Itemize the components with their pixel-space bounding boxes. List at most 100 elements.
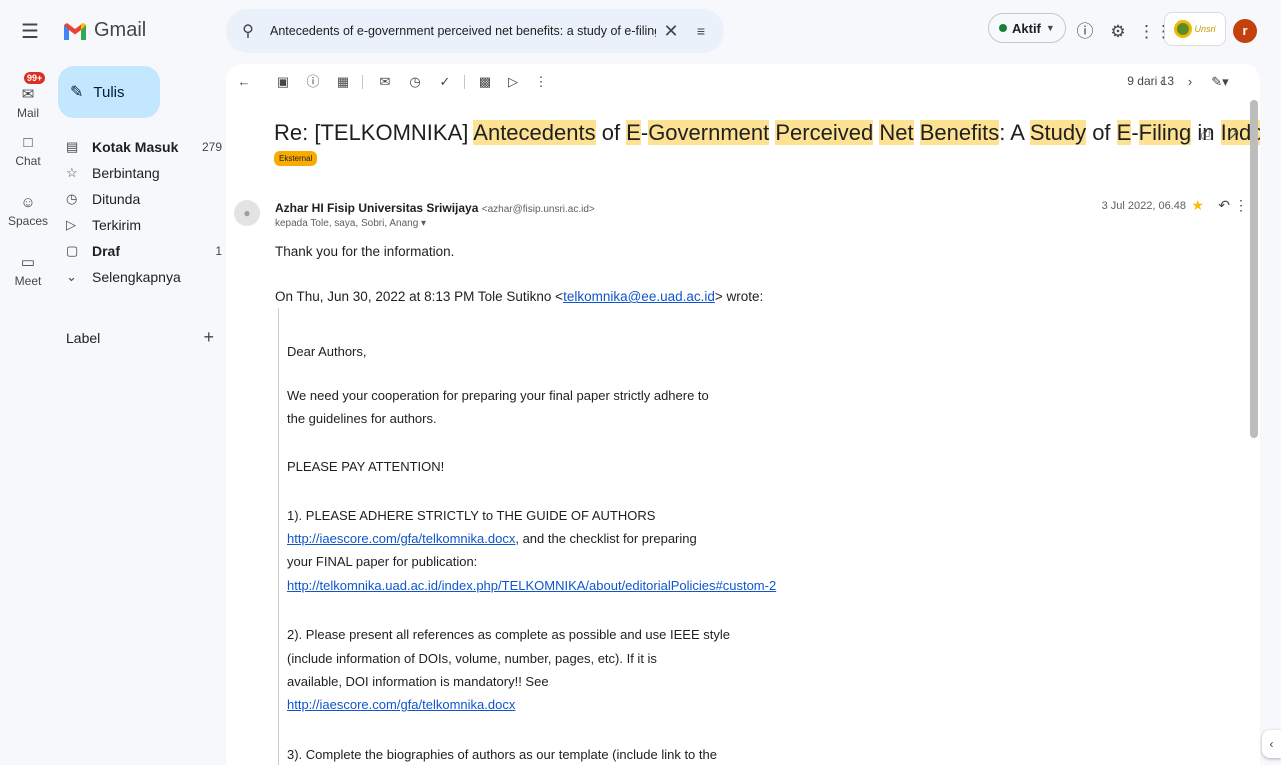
account-avatar[interactable]: r <box>1233 19 1257 43</box>
compose-button[interactable]: ✎ Tulis <box>58 66 160 118</box>
star-icon[interactable]: ★ <box>1191 197 1204 214</box>
sender-email-link[interactable]: telkomnika@ee.uad.ac.id <box>563 289 715 304</box>
status-label: Aktif <box>1012 20 1041 36</box>
apps-grid-icon[interactable]: ⋮⋮⋮ <box>1138 20 1189 44</box>
rail-spaces[interactable]: ☺ Spaces <box>0 194 56 228</box>
sidebar-item-drafts[interactable]: ▢ Draf 1 <box>56 238 224 264</box>
mail-unread-badge: 99+ <box>24 72 46 84</box>
move-to-icon[interactable]: ▩ <box>475 72 495 92</box>
input-tools-icon[interactable]: ✎▾ <box>1210 72 1230 92</box>
status-selector[interactable]: Aktif ▼ <box>988 13 1066 43</box>
rail-meet-label: Meet <box>14 274 42 288</box>
rail-meet[interactable]: ▭ Meet <box>0 254 56 288</box>
chevron-down-icon: ▾ <box>421 218 427 229</box>
clock-icon: ◷ <box>66 191 78 206</box>
rail-mail[interactable]: 99+ ✉ Mail <box>0 72 56 120</box>
quoted-line: the guidelines for authors. <box>287 411 437 426</box>
subject-actions: ⎙ ↗ <box>1201 126 1240 143</box>
search-icon[interactable]: ⚲ <box>226 21 270 41</box>
sidebar-item-more[interactable]: ⌄ Selengkapnya <box>56 264 224 290</box>
more-vert-icon[interactable]: ⋮ <box>1234 197 1248 214</box>
mail-icon: ✉ <box>21 86 35 103</box>
open-new-window-icon[interactable]: ↗ <box>1228 126 1240 143</box>
archive-icon[interactable]: ▣ <box>273 72 293 92</box>
search-options-icon[interactable]: ≡ <box>686 23 716 39</box>
quote-intro-suffix: > wrote: <box>714 289 764 304</box>
quoted-line: http://iaescore.com/gfa/telkomnika.docx <box>287 697 515 712</box>
rail-chat-label: Chat <box>15 154 41 168</box>
rail-chat[interactable]: □ Chat <box>0 134 56 168</box>
sender-info: Azhar HI Fisip Universitas Sriwijaya <az… <box>275 201 595 215</box>
labels-heading: Label <box>66 330 101 346</box>
search-bar[interactable]: ⚲ Antecedents of e-government perceived … <box>226 9 724 53</box>
snooze-icon[interactable]: ◷ <box>405 72 425 92</box>
subject-highlight: Government <box>648 120 770 145</box>
newer-chevron-icon[interactable]: ‹ <box>1152 72 1172 92</box>
reply-text: Thank you for the information. <box>275 244 455 259</box>
sidebar-item-label: Ditunda <box>92 191 141 207</box>
sidebar-item-label: Selengkapnya <box>92 269 181 285</box>
sidebar-item-sent[interactable]: ▷ Terkirim <box>56 212 224 238</box>
add-task-icon[interactable]: ✓ <box>435 72 455 92</box>
side-panel-toggle-icon[interactable]: ‹ <box>1262 730 1281 758</box>
spaces-icon: ☺ <box>20 194 36 211</box>
top-bar: ☰ Gmail ⚲ Antecedents of e-government pe… <box>0 0 1281 64</box>
clear-search-icon[interactable]: ✕ <box>656 21 686 42</box>
subject-text: : A <box>999 120 1030 145</box>
organization-emblem <box>1174 20 1193 38</box>
search-input[interactable]: Antecedents of e-government perceived ne… <box>270 24 656 38</box>
sidebar-item-label: Berbintang <box>92 165 160 181</box>
sender-name[interactable]: Azhar HI Fisip Universitas Sriwijaya <box>275 201 478 215</box>
subject-highlight: Filing <box>1138 120 1192 145</box>
quoted-line: 3). Complete the biographies of authors … <box>287 747 717 762</box>
sender-avatar[interactable]: ● <box>234 200 260 226</box>
quoted-line: http://telkomnika.uad.ac.id/index.php/TE… <box>287 578 776 593</box>
toolbar-divider <box>362 75 363 89</box>
print-icon[interactable]: ⎙ <box>1201 126 1212 143</box>
main-menu-icon[interactable]: ☰ <box>18 20 42 44</box>
quoted-line: 1). PLEASE ADHERE STRICTLY to THE GUIDE … <box>287 508 656 523</box>
gmail-m-icon <box>64 22 86 40</box>
chevron-down-icon: ⌄ <box>66 269 77 284</box>
delete-icon[interactable]: ▦ <box>333 72 353 92</box>
mark-unread-icon[interactable]: ✉ <box>375 72 395 92</box>
subject-highlight: Study <box>1029 120 1087 145</box>
subject-text <box>914 120 920 145</box>
label-icon[interactable]: ▷ <box>503 72 523 92</box>
subject-highlight: Net <box>879 120 914 145</box>
compose-label: Tulis <box>93 83 125 101</box>
sidebar-nav: ▤ Kotak Masuk 279 ☆ Berbintang ◷ Ditunda… <box>56 134 224 290</box>
settings-gear-icon[interactable]: ⚙ <box>1106 20 1130 44</box>
draft-file-icon: ▢ <box>66 243 79 258</box>
organization-logo[interactable]: Unsri <box>1164 12 1226 46</box>
add-label-button[interactable]: + <box>203 328 214 346</box>
editorial-policies-link[interactable]: http://telkomnika.uad.ac.id/index.php/TE… <box>287 578 776 593</box>
email-date: 3 Jul 2022, 06.48 <box>1101 200 1186 212</box>
sidebar-item-starred[interactable]: ☆ Berbintang <box>56 160 224 186</box>
sender-email: <azhar@fisip.unsri.ac.id> <box>481 204 595 215</box>
sidebar-item-snoozed[interactable]: ◷ Ditunda <box>56 186 224 212</box>
subject-highlight: E <box>1116 120 1132 145</box>
gmail-logo[interactable]: Gmail <box>62 19 146 42</box>
help-icon[interactable]: ⓘ <box>1073 20 1097 44</box>
older-chevron-icon[interactable]: › <box>1180 72 1200 92</box>
recipients-text: kepada Tole, saya, Sobri, Anang <box>275 218 419 229</box>
reply-icon[interactable]: ↶ <box>1218 197 1230 214</box>
scrollbar[interactable] <box>1250 100 1258 438</box>
subject-text: - <box>1131 120 1139 145</box>
sidebar-item-inbox[interactable]: ▤ Kotak Masuk 279 <box>56 134 224 160</box>
back-arrow-icon[interactable]: ← <box>234 72 254 92</box>
email-view: ← ▣ ⓘ ▦ ✉ ◷ ✓ ▩ ▷ ⋮ 9 dari 13 ‹ › ✎▾ Re:… <box>226 64 1260 765</box>
quoted-line: We need your cooperation for preparing y… <box>287 388 709 403</box>
chevron-down-icon: ▼ <box>1045 23 1055 33</box>
meet-icon: ▭ <box>20 254 36 271</box>
sidebar-item-count: 279 <box>201 140 222 154</box>
subject-text: Re: [TELKOMNIKA] <box>274 120 474 145</box>
report-spam-icon[interactable]: ⓘ <box>303 72 323 92</box>
more-vert-icon[interactable]: ⋮ <box>531 72 551 92</box>
guide-link[interactable]: http://iaescore.com/gfa/telkomnika.docx <box>287 697 515 712</box>
recipients-toggle[interactable]: kepada Tole, saya, Sobri, Anang ▾ <box>275 218 426 229</box>
organization-logo-text: Unsri <box>1194 24 1216 34</box>
guide-link[interactable]: http://iaescore.com/gfa/telkomnika.docx <box>287 531 515 546</box>
quoted-line: available, DOI information is mandatory!… <box>287 674 549 689</box>
